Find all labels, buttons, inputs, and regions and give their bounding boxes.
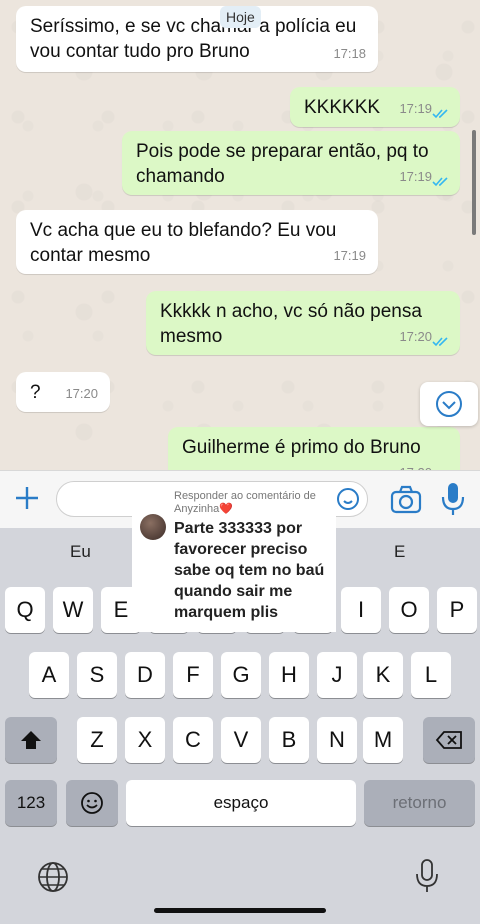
- key-z[interactable]: Z: [77, 717, 117, 763]
- comment-overlay: Responder ao comentário de Anyzinha❤️ Pa…: [132, 484, 336, 632]
- read-ticks-icon: [432, 109, 448, 119]
- scroll-to-bottom-button[interactable]: [420, 382, 478, 426]
- suggestion-1[interactable]: Eu: [70, 542, 91, 562]
- message-text: Guilherme é primo do Bruno: [182, 437, 421, 458]
- key-a[interactable]: A: [29, 652, 69, 698]
- key-w[interactable]: W: [53, 587, 93, 633]
- microphone-icon[interactable]: [440, 481, 466, 517]
- key-m[interactable]: M: [363, 717, 403, 763]
- key-f[interactable]: F: [173, 652, 213, 698]
- attach-button[interactable]: [10, 481, 44, 515]
- emoji-key[interactable]: [66, 780, 118, 826]
- key-h[interactable]: H: [269, 652, 309, 698]
- dictation-icon[interactable]: [414, 858, 440, 894]
- key-v[interactable]: V: [221, 717, 261, 763]
- message-text: Vc acha que eu to blefando? Eu vou conta…: [30, 220, 337, 266]
- delete-key[interactable]: [423, 717, 475, 763]
- message-time: 17:19: [399, 169, 432, 184]
- shift-icon: [21, 731, 41, 749]
- message-incoming[interactable]: Vc acha que eu to blefando? Eu vou conta…: [16, 210, 378, 274]
- shift-key[interactable]: [5, 717, 57, 763]
- message-text: Pois pode se preparar então, pq to chama…: [136, 141, 429, 187]
- message-outgoing[interactable]: KKKKKK 17:19: [290, 87, 460, 127]
- key-l[interactable]: L: [411, 652, 451, 698]
- key-o[interactable]: O: [389, 587, 429, 633]
- numbers-key[interactable]: 123: [5, 780, 57, 826]
- message-time: 17:20: [399, 329, 432, 344]
- return-key[interactable]: retorno: [364, 780, 475, 826]
- emoji-icon: [81, 792, 103, 814]
- chat-area: Seríssimo, e se vc chamar a polícia eu v…: [0, 0, 480, 470]
- message-incoming[interactable]: Seríssimo, e se vc chamar a polícia eu v…: [16, 6, 378, 72]
- key-d[interactable]: D: [125, 652, 165, 698]
- message-outgoing[interactable]: Guilherme é primo do Bruno 17:20: [168, 427, 460, 470]
- home-indicator[interactable]: [154, 908, 326, 913]
- key-k[interactable]: K: [363, 652, 403, 698]
- message-time: 17:18: [333, 46, 366, 61]
- date-chip: Hoje: [220, 6, 261, 28]
- backspace-icon: [435, 731, 462, 749]
- sticker-icon[interactable]: [336, 487, 360, 511]
- space-key[interactable]: espaço: [126, 780, 356, 826]
- message-outgoing[interactable]: Kkkkk n acho, vc só não pensa mesmo 17:2…: [146, 291, 460, 355]
- message-text: Seríssimo, e se vc chamar a polícia eu v…: [30, 16, 357, 62]
- message-incoming[interactable]: ? 17:20: [16, 372, 110, 412]
- key-b[interactable]: B: [269, 717, 309, 763]
- globe-icon[interactable]: [36, 860, 70, 894]
- read-ticks-icon: [432, 337, 448, 347]
- plus-icon: [16, 487, 38, 509]
- key-x[interactable]: X: [125, 717, 165, 763]
- key-n[interactable]: N: [317, 717, 357, 763]
- suggestion-3[interactable]: E: [394, 542, 405, 562]
- key-i[interactable]: I: [341, 587, 381, 633]
- message-time: 17:19: [333, 248, 366, 263]
- scrollbar[interactable]: [472, 130, 476, 235]
- comment-text: Parte 333333 por favorecer preciso sabe …: [174, 520, 325, 621]
- key-q[interactable]: Q: [5, 587, 45, 633]
- key-s[interactable]: S: [77, 652, 117, 698]
- avatar: [140, 514, 166, 540]
- key-p[interactable]: P: [437, 587, 477, 633]
- camera-icon[interactable]: [390, 484, 422, 514]
- read-ticks-icon: [432, 177, 448, 187]
- key-g[interactable]: G: [221, 652, 261, 698]
- message-time: 17:19: [399, 101, 432, 116]
- reply-to-label: Responder ao comentário de Anyzinha❤️: [174, 490, 316, 515]
- chevron-down-icon: [436, 391, 462, 417]
- message-time: 17:20: [399, 460, 432, 470]
- message-time: 17:20: [65, 386, 98, 401]
- message-outgoing[interactable]: Pois pode se preparar então, pq to chama…: [122, 131, 460, 195]
- key-c[interactable]: C: [173, 717, 213, 763]
- key-j[interactable]: J: [317, 652, 357, 698]
